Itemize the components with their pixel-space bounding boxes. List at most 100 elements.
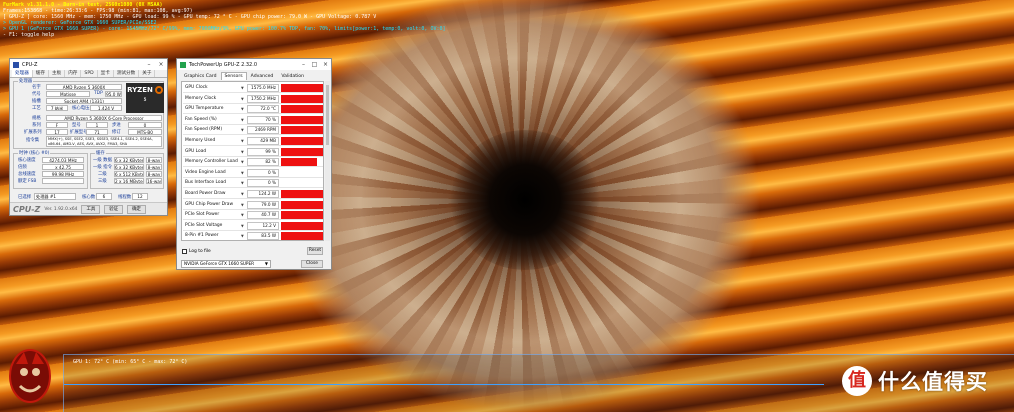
rated-fsb-value [42,178,84,184]
sensor-name: GPU Load [185,148,207,154]
technology-label: 工艺 [32,106,41,111]
sensor-name: PCIe Slot Power [185,212,220,218]
sensor-graph-fill [281,105,323,114]
sensor-graph [281,168,323,177]
cpuz-window[interactable]: CPU-Z – × 处理器 缓存 主板 内存 SPD 显卡 测试分数 关于 处理… [9,58,168,216]
sensor-value: 40.7 W [247,211,279,220]
tab-bench[interactable]: 测试分数 [114,70,140,77]
sensor-graph [281,232,323,240]
instructions-label: 指令集 [26,138,40,143]
sensor-name: Memory Controller Load [185,159,238,165]
ok-button[interactable]: 确定 [127,204,146,214]
family-value: F [46,122,68,128]
sensor-dropdown-icon[interactable]: ▼ [241,213,244,217]
tab-sensors[interactable]: Sensors [220,72,247,80]
validate-button[interactable]: 验证 [104,204,124,214]
tab-validation[interactable]: Validation [277,72,308,80]
sensor-row: GPU Chip Power Draw ▼ 79.0 W [183,200,323,210]
tab-graphics-card[interactable]: Graphics Card [180,72,221,80]
gpuz-titlebar[interactable]: TechPowerUp GPU-Z 2.32.0 – □ × [177,59,331,70]
log-to-file-checkbox[interactable] [182,249,187,254]
smzdm-badge-icon: 值 [842,366,872,396]
cache-l3-size: 2 x 16 MBytes [114,178,144,184]
gpuz-window[interactable]: TechPowerUp GPU-Z 2.32.0 – □ × Graphics … [176,58,332,270]
sensor-dropdown-icon[interactable]: ▼ [241,128,244,132]
cpuz-brand: CPU-Z [13,204,41,214]
sensor-graph [281,200,323,209]
tab-spd[interactable]: SPD [81,70,98,77]
sensor-dropdown-icon[interactable]: ▼ [241,203,244,207]
furmark-logo-icon [9,349,51,403]
sensor-name: Fan Speed (RPM) [185,127,223,133]
sensor-dropdown-icon[interactable]: ▼ [241,139,244,143]
sensor-value: 99 % [247,147,279,156]
ryzen-logo: RYZEN 5 [126,83,164,113]
tab-mainboard[interactable]: 主板 [49,70,66,77]
sensor-dropdown-icon[interactable]: ▼ [241,181,244,185]
selection-dropdown[interactable]: 处理器 #1 [34,193,76,200]
sensor-dropdown-icon[interactable]: ▼ [241,192,244,196]
cache-l1d-label: 一级 数据 [93,158,112,163]
sensor-row: Memory Clock ▼ 1750.2 MHz [183,94,323,104]
reset-button[interactable]: Reset [307,247,323,255]
package-value: Socket AM4 (1331) [46,98,122,104]
tab-advanced[interactable]: Advanced [247,72,278,80]
sensor-list: GPU Clock ▼ 1575.0 MHz Memory Clock ▼ 1750.2 … [181,81,324,241]
tab-memory[interactable]: 内存 [65,70,82,77]
sensor-dropdown-icon[interactable]: ▼ [241,118,244,122]
core-speed-label: 核心速度 [18,158,36,163]
threads-value: 12 [132,193,148,200]
specification-value: AMD Ryzen 5 3600X 6-Core Processor [46,115,162,121]
sensor-dropdown-icon[interactable]: ▼ [241,160,244,164]
sensor-name: Video Engine Load [185,169,226,175]
cpuz-titlebar[interactable]: CPU-Z – × [10,59,167,70]
tab-processor[interactable]: 处理器 [12,70,33,77]
sensor-row: GPU Clock ▼ 1575.0 MHz [183,83,323,93]
sensor-value: 70 % [247,115,279,124]
close-button[interactable]: Close [301,260,323,268]
log-to-file-option[interactable]: Log to file [182,249,211,254]
sensor-dropdown-icon[interactable]: ▼ [241,171,244,175]
sensor-graph [281,84,323,92]
gpu-select-value: NVIDIA GeForce GTX 1660 SUPER [184,261,255,266]
sensor-scrollbar[interactable] [325,81,330,241]
sensor-dropdown-icon[interactable]: ▼ [241,107,244,111]
cache-l1i-size: 6 x 32 KBytes [114,164,144,170]
sensor-value: 82 % [247,158,279,167]
maximize-icon[interactable]: □ [309,61,320,68]
minimize-icon[interactable]: – [143,61,155,68]
codename-value: Matisse [46,91,90,97]
sensor-dropdown-icon[interactable]: ▼ [241,150,244,154]
sensor-dropdown-icon[interactable]: ▼ [241,234,244,238]
scrollbar-thumb[interactable] [326,85,329,145]
smzdm-watermark: 值 什么值得买 [842,366,988,396]
sensor-graph-fill [281,137,323,145]
sensor-value: 1750.2 MHz [247,94,279,103]
core-voltage-value: 1.424 V [90,105,122,111]
sensor-dropdown-icon[interactable]: ▼ [241,224,244,228]
sensor-name: GPU Clock [185,85,208,90]
sensor-dropdown-icon[interactable]: ▼ [241,97,244,101]
cache-l2-label: 二级 [98,172,107,177]
minimize-icon[interactable]: – [298,61,309,68]
osd-gpu-line: > GPU 1 (GeForce GTX 1660 SUPER) - core:… [3,26,446,32]
codename-label: 代号 [32,92,41,97]
tab-graphics[interactable]: 显卡 [98,70,114,77]
close-icon[interactable]: × [320,61,331,68]
sensor-graph [281,158,323,167]
sensor-name: PCIe Slot Voltage [185,222,223,228]
tab-about[interactable]: 关于 [139,70,156,77]
tools-button[interactable]: 工具 [81,204,101,214]
sensor-graph-fill [281,115,323,124]
selection-label: 已选择 [18,195,32,200]
gpuz-app-icon [180,61,186,68]
close-icon[interactable]: × [155,61,167,68]
bus-speed-label: 总线速度 [18,172,36,177]
multiplier-label: 倍频 [18,165,27,170]
clocks-group-title: 时钟 (核心 #0) [18,150,51,156]
sensor-dropdown-icon[interactable]: ▼ [241,86,244,90]
gpu-select-dropdown[interactable]: NVIDIA GeForce GTX 1660 SUPER ▼ [181,260,271,268]
tab-cache[interactable]: 缓存 [33,70,49,77]
tdp-label: TDP [94,91,103,96]
ryzen-logo-brand: RYZEN [127,86,153,94]
